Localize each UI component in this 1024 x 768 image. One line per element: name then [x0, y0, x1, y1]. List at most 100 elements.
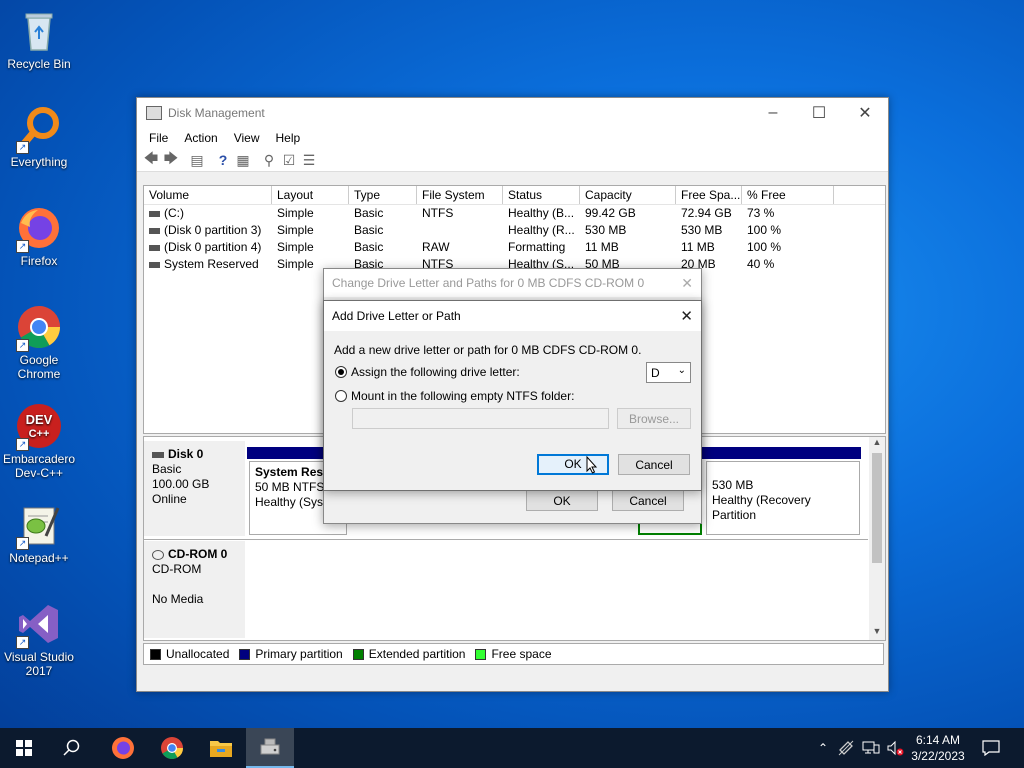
search-icon [63, 739, 80, 756]
add-drive-letter-titlebar[interactable]: Add Drive Letter or Path ✕ [324, 301, 701, 331]
taskbar-firefox[interactable] [99, 728, 147, 768]
help-icon[interactable]: ? [213, 151, 233, 169]
close-button[interactable]: ✕ [842, 98, 888, 127]
notepadpp-icon: ↗ [16, 502, 62, 550]
scroll-thumb[interactable] [872, 453, 882, 563]
assign-letter-label[interactable]: Assign the following drive letter: [351, 365, 520, 379]
col-capacity[interactable]: Capacity [580, 186, 676, 204]
volume-row[interactable]: (Disk 0 partition 4) Simple Basic RAW Fo… [144, 239, 885, 256]
col-percent-free[interactable]: % Free [742, 186, 834, 204]
recycle-bin-icon [16, 8, 62, 54]
assign-letter-radio[interactable] [335, 366, 347, 378]
desktop-icon-chrome[interactable]: ↗ Google Chrome [1, 304, 77, 381]
shortcut-arrow-icon: ↗ [16, 339, 29, 352]
windows-icon [16, 740, 32, 756]
scroll-down-icon[interactable]: ▼ [869, 626, 885, 640]
search-button[interactable] [48, 728, 96, 768]
legend-free-space: Free space [475, 647, 552, 661]
dialog-title: Add Drive Letter or Path [332, 309, 461, 323]
devcpp-icon: DEV C++ ↗ [16, 403, 62, 451]
show-hidden-icons[interactable]: ⌃ [814, 728, 832, 768]
menu-help[interactable]: Help [268, 131, 309, 145]
firefox-icon [112, 737, 134, 759]
menu-view[interactable]: View [226, 131, 268, 145]
checklist-icon[interactable]: ☑ [279, 151, 299, 169]
disk-icon [152, 451, 164, 458]
desktop-icon-devcpp[interactable]: DEV C++ ↗ Embarcadero Dev-C++ [1, 403, 77, 480]
menu-file[interactable]: File [141, 131, 176, 145]
svg-text:C++: C++ [29, 428, 50, 440]
desktop-icon-everything[interactable]: ↗ Everything [1, 106, 77, 169]
col-status[interactable]: Status [503, 186, 580, 204]
col-file-system[interactable]: File System [417, 186, 503, 204]
volume-row[interactable]: (Disk 0 partition 3) Simple Basic Health… [144, 222, 885, 239]
legend-primary: Primary partition [239, 647, 343, 661]
desktop-icon-firefox[interactable]: ↗ Firefox [1, 205, 77, 268]
clock-date: 3/22/2023 [911, 749, 965, 763]
cancel-button[interactable]: Cancel [618, 454, 690, 475]
drive-icon [149, 227, 160, 234]
ok-button[interactable]: OK [537, 454, 609, 475]
dialog-description: Add a new drive letter or path for 0 MB … [334, 343, 642, 357]
toolbar: 🡄 🡆 ▤ ? ▦ ⚲ ☑ ☰ [137, 149, 888, 172]
disk-0-info[interactable]: Disk 0 Basic 100.00 GB Online [144, 441, 245, 536]
taskbar-chrome[interactable] [148, 728, 196, 768]
back-icon[interactable]: 🡄 [141, 150, 161, 169]
legend-swatch [352, 648, 364, 660]
volume-row[interactable]: (C:) Simple Basic NTFS Healthy (B... 99.… [144, 205, 885, 222]
legend-extended: Extended partition [352, 647, 465, 661]
mount-folder-label[interactable]: Mount in the following empty NTFS folder… [351, 389, 574, 403]
change-drive-letter-titlebar[interactable]: Change Drive Letter and Paths for 0 MB C… [324, 269, 701, 297]
tray-clock[interactable]: 6:14 AM 3/22/2023 [906, 728, 970, 768]
desktop-icon-notepadpp[interactable]: ↗ Notepad++ [1, 502, 77, 565]
minimize-button[interactable]: – [750, 98, 796, 127]
tray-volume-muted-icon[interactable] [884, 728, 906, 768]
taskbar-disk-management[interactable] [246, 728, 294, 768]
disk-management-icon [146, 105, 162, 120]
shortcut-arrow-icon: ↗ [16, 438, 29, 451]
cdrom-icon [152, 549, 164, 560]
disk-pane-scrollbar[interactable]: ▲ ▼ [869, 437, 885, 640]
close-icon[interactable]: ✕ [681, 275, 693, 292]
properties-icon[interactable]: ▦ [233, 151, 253, 169]
start-button[interactable] [0, 728, 48, 768]
shortcut-arrow-icon: ↗ [16, 636, 29, 649]
svg-text:DEV: DEV [26, 412, 53, 427]
list-view-icon[interactable]: ☰ [299, 151, 319, 169]
show-hide-console-tree-icon[interactable]: ▤ [187, 151, 207, 169]
tray-network-icon[interactable] [860, 728, 882, 768]
col-volume[interactable]: Volume [144, 186, 272, 204]
taskbar-file-explorer[interactable] [197, 728, 245, 768]
everything-icon: ↗ [16, 106, 62, 154]
legend-swatch [150, 648, 161, 660]
menu-bar: File Action View Help [137, 127, 888, 149]
cdrom-0-info[interactable]: CD-ROM 0 CD-ROM No Media [144, 541, 245, 638]
desktop-icon-recycle-bin[interactable]: Recycle Bin [1, 8, 77, 71]
drive-letter-select[interactable]: D ⌄ [646, 362, 691, 383]
col-free-space[interactable]: Free Spa... [676, 186, 742, 204]
browse-button[interactable]: Browse... [617, 408, 691, 429]
volume-list-header: Volume Layout Type File System Status Ca… [144, 186, 885, 205]
shortcut-arrow-icon: ↗ [16, 537, 29, 550]
scroll-up-icon[interactable]: ▲ [869, 437, 885, 451]
desktop-icon-visual-studio[interactable]: ↗ Visual Studio 2017 [1, 601, 77, 678]
connect-icon[interactable]: ⚲ [259, 151, 279, 169]
outer-ok-button[interactable]: OK [526, 490, 598, 511]
mouse-cursor-icon [586, 456, 598, 474]
folder-path-input[interactable] [352, 408, 609, 429]
action-center-button[interactable] [976, 728, 1006, 768]
close-icon[interactable]: ✕ [680, 307, 693, 325]
menu-action[interactable]: Action [176, 131, 225, 145]
legend-swatch [239, 648, 251, 660]
mount-folder-radio[interactable] [335, 390, 347, 402]
col-layout[interactable]: Layout [272, 186, 349, 204]
outer-cancel-button[interactable]: Cancel [612, 490, 684, 511]
maximize-button[interactable]: ☐ [796, 98, 842, 127]
drive-icon [149, 261, 160, 268]
window-titlebar[interactable]: Disk Management – ☐ ✕ [137, 98, 888, 127]
col-type[interactable]: Type [349, 186, 417, 204]
window-title: Disk Management [168, 105, 265, 120]
tray-usb-icon[interactable] [836, 728, 856, 768]
forward-icon[interactable]: 🡆 [161, 150, 181, 169]
partition-recovery[interactable]: 530 MB Healthy (Recovery Partition [706, 461, 860, 535]
